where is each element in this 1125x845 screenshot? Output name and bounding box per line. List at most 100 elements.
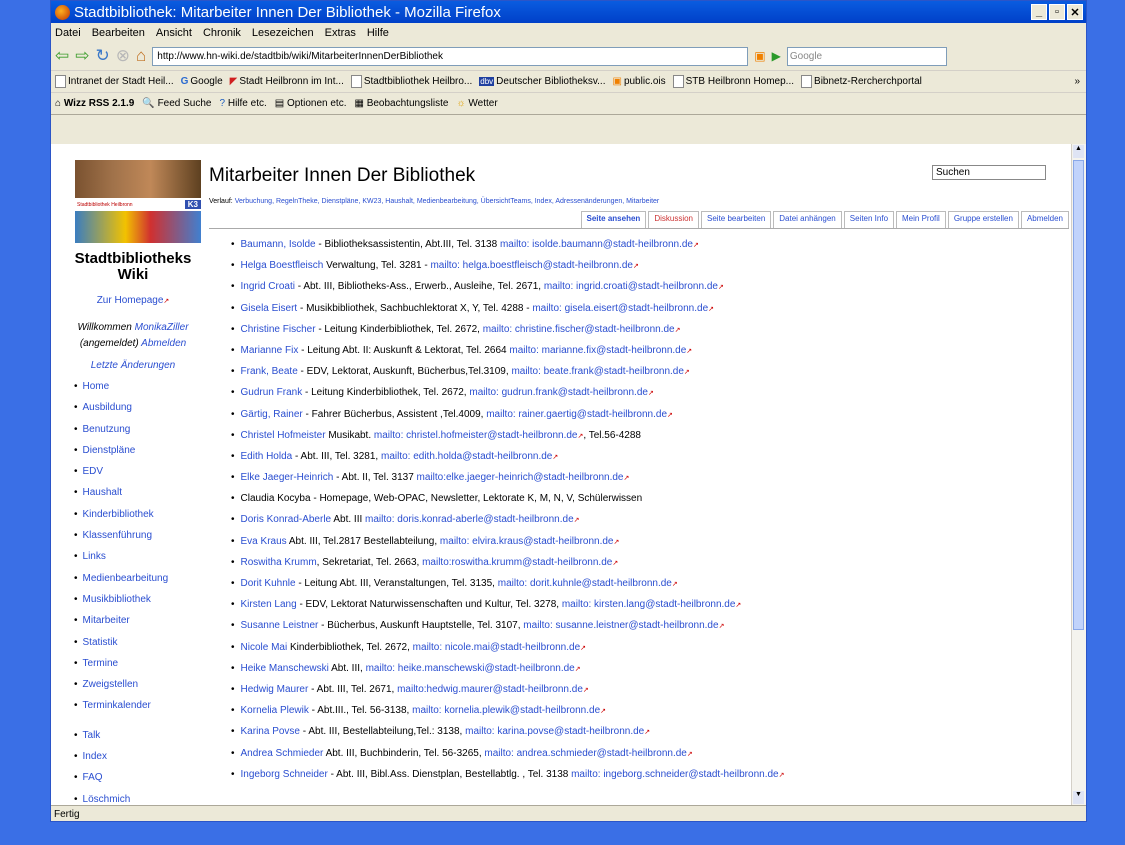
tab-mein-profil[interactable]: Mein Profil	[896, 211, 946, 228]
staff-name-link[interactable]: Christel Hofmeister	[241, 430, 326, 441]
sidebar-item-mitarbeiter[interactable]: Mitarbeiter	[74, 615, 199, 636]
breadcrumb-links[interactable]: Verbuchung, RegelnTheke, Dienstpläne, KW…	[235, 198, 660, 205]
staff-email-link[interactable]: mailto: beate.frank@stadt-heilbronn.de	[511, 366, 689, 377]
menu-chronik[interactable]: Chronik	[203, 27, 241, 39]
sidebar-item-zweigstellen[interactable]: Zweigstellen	[74, 679, 199, 700]
scrollbar-thumb[interactable]	[1073, 160, 1084, 630]
staff-email-link[interactable]: mailto: doris.konrad-aberle@stadt-heilbr…	[365, 514, 579, 525]
bookmark-item[interactable]: ▣ public.ois	[612, 76, 665, 87]
staff-email-link[interactable]: mailto: ingrid.croati@stadt-heilbronn.de	[544, 281, 724, 292]
maximize-button[interactable]: ▫	[1049, 4, 1065, 20]
staff-name-link[interactable]: Kirsten Lang	[241, 599, 297, 610]
sidebar-item-talk[interactable]: Talk	[74, 730, 199, 751]
staff-name-link[interactable]: Gärtig, Rainer	[241, 409, 303, 420]
staff-email-link[interactable]: mailto: gisela.eisert@stadt-heilbronn.de	[532, 303, 714, 314]
staff-name-link[interactable]: Dorit Kuhnle	[241, 578, 296, 589]
staff-name-link[interactable]: Susanne Leistner	[241, 620, 319, 631]
staff-name-link[interactable]: Gudrun Frank	[241, 387, 303, 398]
homepage-link[interactable]: Zur Homepage↗	[57, 295, 199, 306]
staff-email-link[interactable]: mailto: isolde.baumann@stadt-heilbronn.d…	[500, 239, 699, 250]
staff-name-link[interactable]: Baumann, Isolde	[241, 239, 316, 250]
staff-email-link[interactable]: mailto: christel.hofmeister@stadt-heilbr…	[374, 430, 583, 441]
sidebar-item-musikbibliothek[interactable]: Musikbibliothek	[74, 594, 199, 615]
staff-name-link[interactable]: Gisela Eisert	[241, 303, 298, 314]
sidebar-item-dienstplaene[interactable]: Dienstpläne	[74, 445, 199, 466]
bookmark-item[interactable]: G Google	[181, 76, 223, 87]
staff-email-link[interactable]: mailto: helga.boestfleisch@stadt-heilbro…	[430, 260, 638, 271]
menu-hilfe[interactable]: Hilfe	[367, 27, 389, 39]
tab-seiten-info[interactable]: Seiten Info	[843, 211, 895, 228]
chevron-right-icon[interactable]: »	[1074, 76, 1080, 87]
staff-name-link[interactable]: Andrea Schmieder	[241, 748, 324, 759]
staff-name-link[interactable]: Frank, Beate	[241, 366, 298, 377]
minimize-button[interactable]: _	[1031, 4, 1047, 20]
staff-email-link[interactable]: mailto: marianne.fix@stadt-heilbronn.de	[509, 345, 692, 356]
help-button[interactable]: ? Hilfe etc.	[220, 98, 267, 109]
staff-email-link[interactable]: mailto: rainer.gaertig@stadt-heilbronn.d…	[486, 409, 673, 420]
url-input[interactable]: http://www.hn-wiki.de/stadtbib/wiki/Mita…	[152, 46, 749, 66]
sidebar-item-haushalt[interactable]: Haushalt	[74, 487, 199, 508]
back-arrow-icon[interactable]: ⇦	[55, 46, 69, 66]
staff-email-link[interactable]: mailto:roswitha.krumm@stadt-heilbronn.de	[422, 557, 618, 568]
tab-abmelden[interactable]: Abmelden	[1020, 211, 1069, 228]
staff-name-link[interactable]: Helga Boestfleisch	[241, 260, 324, 271]
staff-email-link[interactable]: mailto:hedwig.maurer@stadt-heilbronn.de	[397, 684, 589, 695]
staff-email-link[interactable]: mailto: karina.povse@stadt-heilbronn.de	[465, 726, 650, 737]
tab-seite-bearbeiten[interactable]: Seite bearbeiten	[701, 211, 772, 228]
tab-datei-anhaengen[interactable]: Datei anhängen	[773, 211, 842, 228]
staff-email-link[interactable]: mailto: ingeborg.schneider@stadt-heilbro…	[571, 769, 784, 780]
menu-extras[interactable]: Extras	[325, 27, 356, 39]
rss-icon[interactable]: ▣	[754, 49, 765, 63]
staff-name-link[interactable]: Edith Holda	[241, 451, 293, 462]
forward-arrow-icon[interactable]: ⇨	[75, 46, 89, 66]
search-input[interactable]: Google	[786, 46, 947, 66]
wiki-search-input[interactable]	[932, 165, 1046, 180]
bookmark-item[interactable]: ◤ Stadt Heilbronn im Int...	[230, 76, 344, 87]
staff-name-link[interactable]: Kornelia Plewik	[241, 705, 309, 716]
vertical-scrollbar[interactable]: ▲ ▼	[1071, 144, 1086, 805]
sidebar-item-kinderbibliothek[interactable]: Kinderbibliothek	[74, 509, 199, 530]
staff-email-link[interactable]: mailto: kirsten.lang@stadt-heilbronn.de	[562, 599, 741, 610]
tab-seite-ansehen[interactable]: Seite ansehen	[580, 211, 647, 228]
feed-search-button[interactable]: 🔍 Feed Suche	[142, 98, 211, 109]
recent-changes-link[interactable]: Letzte Änderungen	[57, 360, 199, 371]
sidebar-item-klassenfuehrung[interactable]: Klassenführung	[74, 530, 199, 551]
reload-icon[interactable]: ↻	[96, 46, 110, 66]
menu-lesezeichen[interactable]: Lesezeichen	[252, 27, 314, 39]
staff-name-link[interactable]: Heike Manschewski	[241, 663, 329, 674]
staff-email-link[interactable]: mailto: nicole.mai@stadt-heilbronn.de	[413, 642, 586, 653]
sidebar-item-home[interactable]: Home	[74, 381, 199, 402]
options-button[interactable]: ▤ Optionen etc.	[275, 98, 347, 109]
close-button[interactable]: ✕	[1067, 4, 1083, 20]
library-logo[interactable]: Stadtbibliothek Heilbronn K3	[75, 160, 201, 243]
watchlist-button[interactable]: ▦ Beobachtungsliste	[354, 98, 448, 109]
home-icon[interactable]: ⌂	[136, 46, 146, 66]
staff-email-link[interactable]: mailto:elke.jaeger-heinrich@stadt-heilbr…	[417, 472, 630, 483]
tab-gruppe-erstellen[interactable]: Gruppe erstellen	[947, 211, 1019, 228]
weather-button[interactable]: ☼ Wetter	[456, 98, 497, 109]
sidebar-item-index[interactable]: Index	[74, 751, 199, 772]
homepage-link-text[interactable]: Zur Homepage	[97, 295, 164, 306]
bookmark-item[interactable]: STB Heilbronn Homep...	[672, 75, 794, 88]
user-link[interactable]: MonikaZiller	[135, 322, 189, 333]
sidebar-item-terminkalender[interactable]: Terminkalender	[74, 700, 199, 721]
staff-name-link[interactable]: Roswitha Krumm	[241, 557, 317, 568]
scroll-up-icon[interactable]: ▲	[1073, 145, 1084, 158]
staff-email-link[interactable]: mailto: dorit.kuhnle@stadt-heilbronn.de	[498, 578, 678, 589]
staff-name-link[interactable]: Eva Kraus	[241, 536, 287, 547]
staff-email-link[interactable]: mailto: edith.holda@stadt-heilbronn.de	[381, 451, 558, 462]
staff-name-link[interactable]: Christine Fischer	[241, 324, 316, 335]
logout-link[interactable]: Abmelden	[141, 338, 186, 349]
staff-name-link[interactable]: Elke Jaeger-Heinrich	[241, 472, 334, 483]
tab-diskussion[interactable]: Diskussion	[648, 211, 699, 228]
staff-email-link[interactable]: mailto: kornelia.plewik@stadt-heilbronn.…	[412, 705, 606, 716]
sidebar-item-faq[interactable]: FAQ	[74, 772, 199, 793]
go-icon[interactable]: ▶	[772, 49, 781, 63]
bookmark-item[interactable]: Stadtbibliothek Heilbro...	[350, 75, 472, 88]
sidebar-item-edv[interactable]: EDV	[74, 466, 199, 487]
bookmark-item[interactable]: Bibnetz-Rercherchportal	[801, 75, 922, 88]
sidebar-item-medienbearbeitung[interactable]: Medienbearbeitung	[74, 573, 199, 594]
menu-ansicht[interactable]: Ansicht	[156, 27, 192, 39]
staff-email-link[interactable]: mailto: susanne.leistner@stadt-heilbronn…	[523, 620, 724, 631]
sidebar-item-loeschmich[interactable]: Löschmich	[74, 794, 199, 805]
